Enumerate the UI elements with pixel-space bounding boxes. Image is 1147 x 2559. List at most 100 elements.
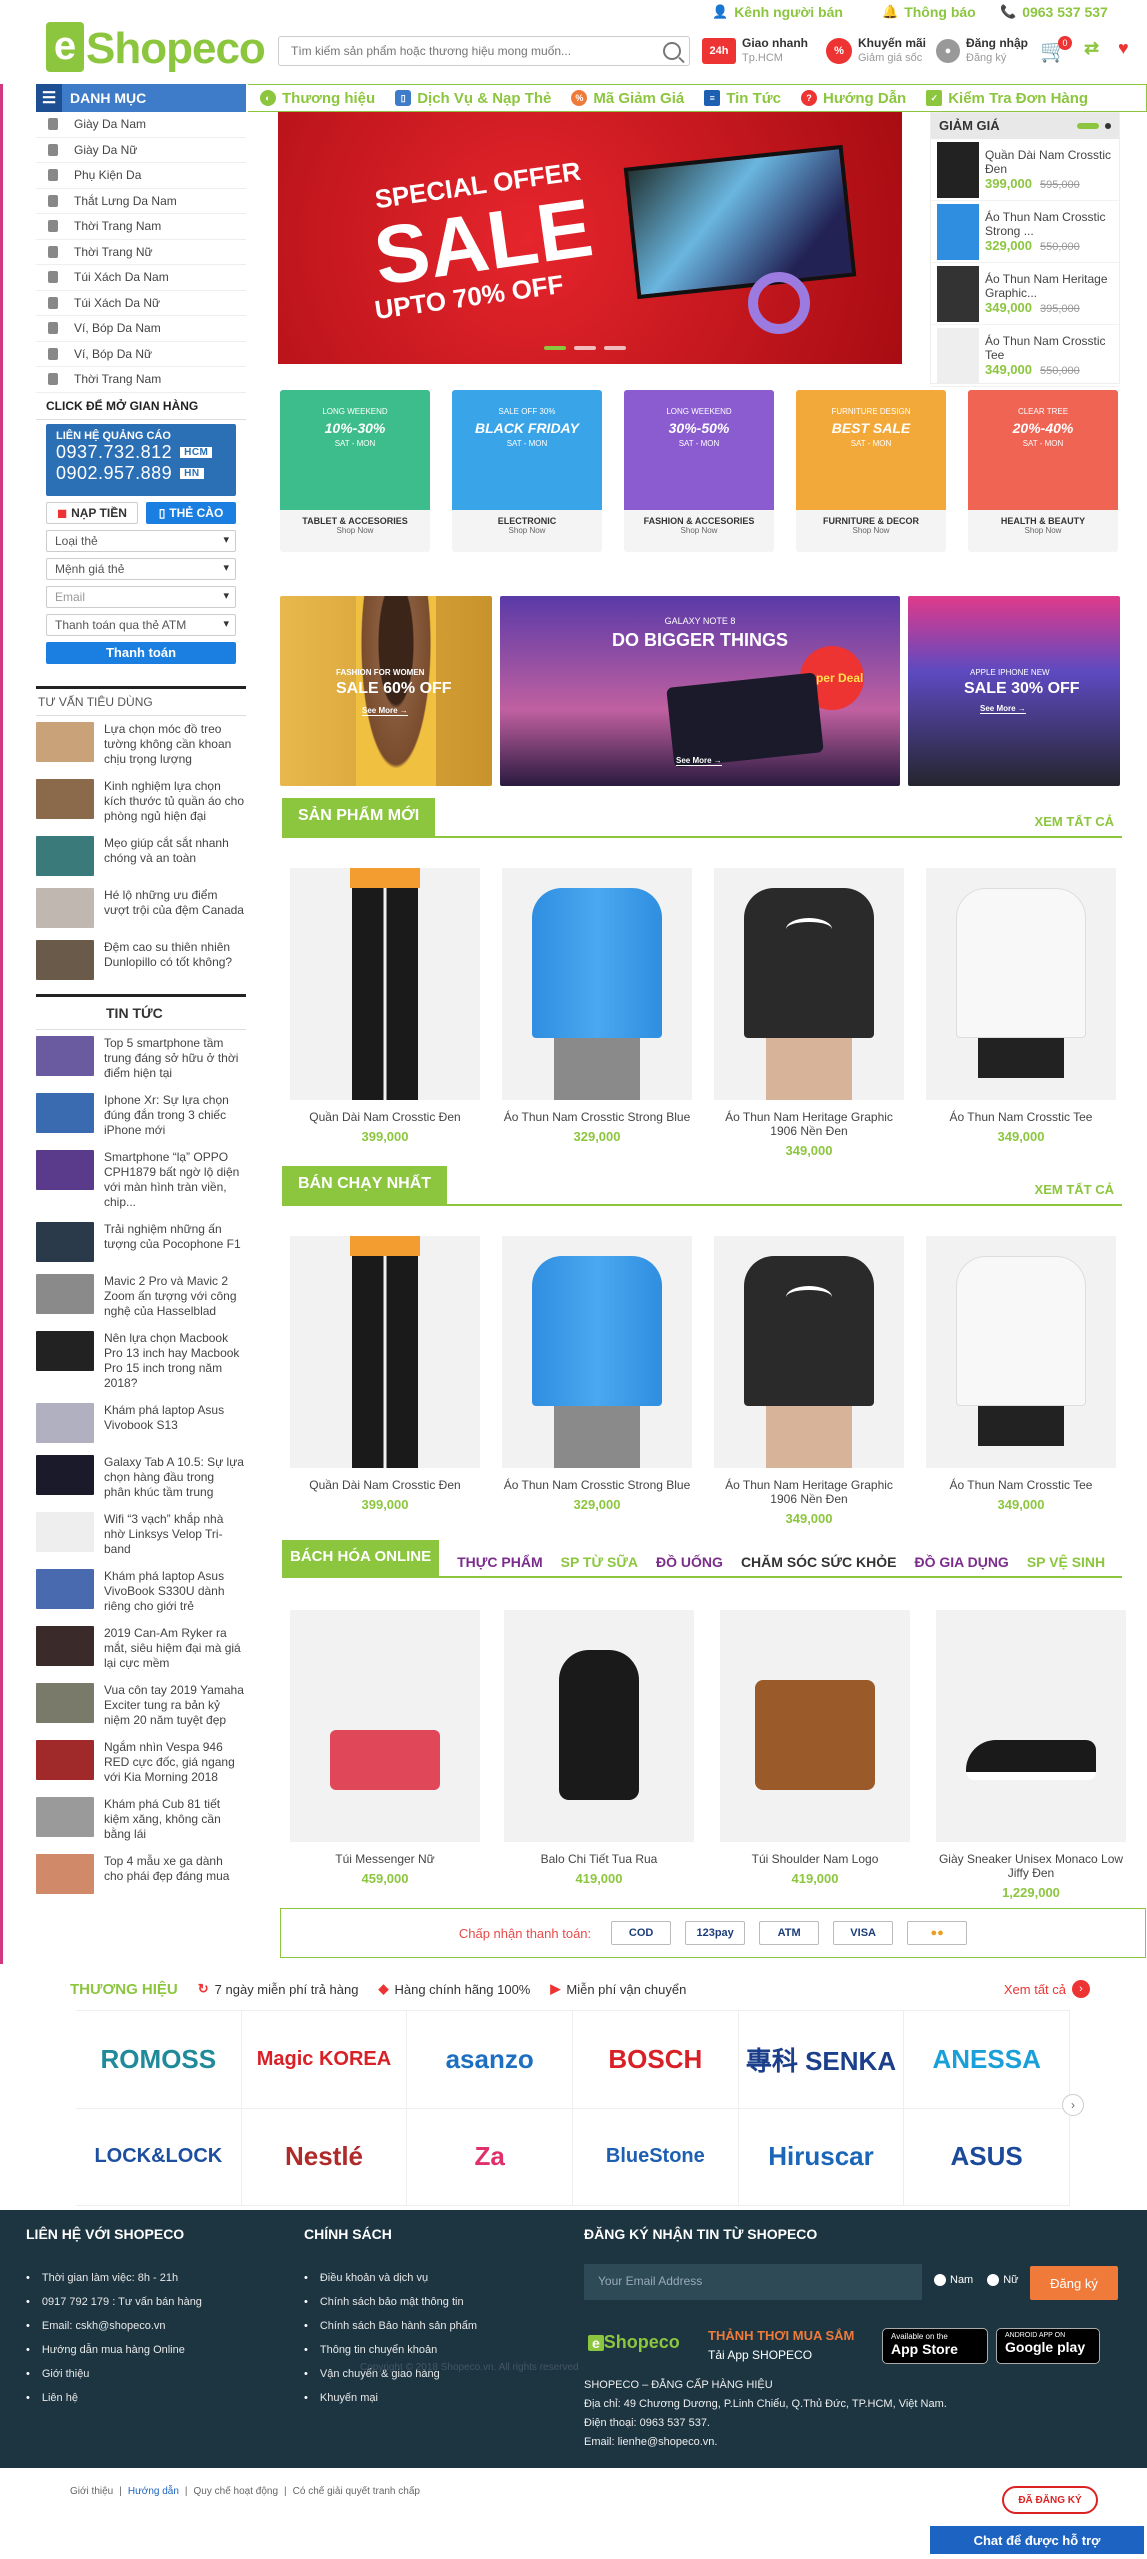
slider-dot[interactable] bbox=[604, 346, 626, 350]
login-register[interactable]: ● Đăng nhập Đăng ký bbox=[936, 36, 1028, 66]
open-store-link[interactable]: CLICK ĐỂ MỞ GIAN HÀNG bbox=[36, 393, 246, 420]
promo-tile[interactable]: FURNITURE DESIGN BEST SALE SAT - MON FURNIT… bbox=[796, 390, 946, 552]
bottom-link[interactable]: Quy chế hoạt động bbox=[194, 2486, 279, 2497]
see-more-link[interactable]: See More → bbox=[980, 704, 1026, 714]
grocery-tab[interactable]: CHĂM SÓC SỨC KHỎE bbox=[741, 1554, 897, 1570]
category-item[interactable]: Ví, Bóp Da Nam bbox=[36, 316, 246, 342]
newsletter-register-button[interactable]: Đăng ký bbox=[1030, 2266, 1118, 2300]
footer-policy-link[interactable]: Điều khoản và dịch vụ bbox=[304, 2272, 477, 2284]
promo-tile[interactable]: SALE OFF 30% BLACK FRIDAY SAT - MON ELECTRO… bbox=[452, 390, 602, 552]
app-store-badge[interactable]: Available on the App Store bbox=[882, 2328, 988, 2364]
shopeco-logo[interactable]: e Shopeco bbox=[46, 18, 266, 78]
hero-slider[interactable]: SPECIAL OFFER SALE UPTO 70% OFF bbox=[278, 112, 902, 364]
footer-contact-item[interactable]: Email: cskh@shopeco.vn bbox=[26, 2320, 202, 2332]
promo-tile[interactable]: LONG WEEKEND 10%-30% SAT - MON TABLET & ACC… bbox=[280, 390, 430, 552]
grocery-tab[interactable]: ĐỒ UỐNG bbox=[656, 1554, 723, 1570]
category-item[interactable]: Ví, Bóp Da Nữ bbox=[36, 342, 246, 367]
category-item[interactable]: Thời Trang Nữ bbox=[36, 240, 246, 265]
compare-icon[interactable]: ⇄ bbox=[1084, 38, 1099, 59]
advertising-contact-box[interactable]: LIÊN HỆ QUẢNG CÁO 0937.732.812 HCM 0902.9… bbox=[46, 423, 236, 496]
grocery-tab[interactable]: SP VỆ SINH bbox=[1027, 1554, 1105, 1570]
brand-logo[interactable]: Hiruscar bbox=[738, 2108, 905, 2206]
nav-item-order-check[interactable]: ✓ Kiểm Tra Đơn Hàng bbox=[926, 90, 1088, 107]
news-item[interactable]: 2019 Can-Am Ryker ra mắt, siêu hiệm đại … bbox=[36, 1620, 246, 1677]
news-item[interactable]: Wifi “3 vạch” khắp nhà nhờ Linksys Velop… bbox=[36, 1506, 246, 1563]
category-item[interactable]: Túi Xách Da Nam bbox=[36, 265, 246, 291]
brand-logo[interactable]: Za bbox=[407, 2108, 573, 2206]
seller-channel-link[interactable]: 👤 Kênh người bán bbox=[712, 4, 843, 20]
product-card[interactable]: Áo Thun Nam Crosstic Strong Blue 329,000 bbox=[502, 1236, 692, 1512]
bottom-link[interactable]: Có chế giải quyết tranh chấp bbox=[293, 2486, 420, 2497]
news-item[interactable]: Trải nghiệm những ấn tượng của Pocophone… bbox=[36, 1216, 246, 1268]
payment-method-select[interactable]: Thanh toán qua thẻ ATM bbox=[46, 613, 236, 636]
grocery-tab[interactable]: THỰC PHẨM bbox=[457, 1554, 543, 1570]
brand-logo[interactable]: ASUS bbox=[904, 2108, 1070, 2206]
category-item[interactable]: Thời Trang Nam bbox=[36, 367, 246, 393]
news-item[interactable]: Khám phá laptop Asus VivoBook S330U dành… bbox=[36, 1563, 246, 1620]
slider-dot[interactable] bbox=[544, 346, 566, 350]
product-card[interactable]: Túi Shoulder Nam Logo 419,000 bbox=[720, 1610, 910, 1886]
footer-contact-item[interactable]: Giới thiệu bbox=[26, 2368, 202, 2380]
discount-item[interactable]: Áo Thun Nam Crosstic Tee 349,000 550,000 bbox=[931, 325, 1119, 387]
product-card[interactable]: Áo Thun Nam Crosstic Tee 349,000 bbox=[926, 868, 1116, 1144]
news-item[interactable]: Galaxy Tab A 10.5: Sự lựa chọn hàng đầu … bbox=[36, 1449, 246, 1506]
footer-policy-link[interactable]: Chính sách Bảo hành sản phẩm bbox=[304, 2320, 477, 2332]
see-more-link[interactable]: See More → bbox=[362, 706, 408, 716]
shop-now-link[interactable]: Shop Now bbox=[624, 526, 774, 535]
category-item[interactable]: Phụ Kiện Da bbox=[36, 163, 246, 189]
bottom-link[interactable]: Hướng dẫn bbox=[128, 2486, 179, 2497]
nav-item-brands[interactable]: ◐ Thương hiệu bbox=[260, 90, 375, 107]
category-item[interactable]: Thời Trang Nam bbox=[36, 214, 246, 240]
shop-now-link[interactable]: Shop Now bbox=[796, 526, 946, 535]
notifications-link[interactable]: 🔔 Thông báo bbox=[882, 4, 976, 20]
gender-male-radio[interactable]: Nam bbox=[934, 2274, 973, 2287]
news-item[interactable]: Iphone Xr: Sự lựa chọn đúng đắn trong 3 … bbox=[36, 1087, 246, 1144]
advice-item[interactable]: Hé lộ những ưu điểm vượt trội của đệm Ca… bbox=[36, 882, 246, 934]
category-item[interactable]: Thắt Lưng Da Nam bbox=[36, 189, 246, 214]
footer-policy-link[interactable]: Chính sách bảo mật thông tin bbox=[304, 2296, 477, 2308]
product-card[interactable]: Áo Thun Nam Heritage Graphic 1906 Nền Đe… bbox=[714, 868, 904, 1158]
footer-policy-link[interactable]: Thông tin chuyển khoản bbox=[304, 2344, 477, 2356]
advice-item[interactable]: Lựa chọn móc đồ treo tường không cần kho… bbox=[36, 716, 246, 773]
brand-logo[interactable]: BlueStone bbox=[573, 2108, 739, 2206]
news-item[interactable]: Nên lựa chọn Macbook Pro 13 inch hay Mac… bbox=[36, 1325, 246, 1397]
advice-item[interactable]: Đệm cao su thiên nhiên Dunlopillo có tốt… bbox=[36, 934, 246, 986]
news-item[interactable]: Khám phá Cub 81 tiết kiệm xăng, không cầ… bbox=[36, 1791, 246, 1848]
grocery-tab[interactable]: SP TỪ SỮA bbox=[561, 1554, 638, 1570]
product-card[interactable]: Quần Dài Nam Crosstic Đen 399,000 bbox=[290, 1236, 480, 1512]
chat-support-button[interactable]: Chat để được hỗ trợ bbox=[930, 2526, 1144, 2554]
banner-fashion[interactable]: FASHION FOR WOMEN SALE 60% OFF See More … bbox=[280, 596, 492, 786]
shop-now-link[interactable]: Shop Now bbox=[452, 526, 602, 535]
nav-item-news[interactable]: ≡ Tin Tức bbox=[704, 90, 781, 107]
advice-item[interactable]: Mẹo giúp cắt sắt nhanh chóng và an toàn bbox=[36, 830, 246, 882]
google-play-badge[interactable]: ANDROID APP ON Google play bbox=[996, 2328, 1100, 2364]
tab-scratch-card[interactable]: ▯ THẺ CÀO bbox=[146, 501, 236, 524]
product-card[interactable]: Balo Chi Tiết Tua Rua 419,000 bbox=[504, 1610, 694, 1886]
category-item[interactable]: Túi Xách Da Nữ bbox=[36, 291, 246, 316]
brand-logo[interactable]: Magic KOREA bbox=[241, 2011, 408, 2109]
category-menu-header[interactable]: ☰ DANH MỤC bbox=[36, 84, 246, 112]
grocery-tab[interactable]: ĐỒ GIA DỤNG bbox=[914, 1554, 1008, 1570]
footer-contact-item[interactable]: Hướng dẫn mua hàng Online bbox=[26, 2344, 202, 2356]
news-item[interactable]: Khám phá laptop Asus Vivobook S13 bbox=[36, 1397, 246, 1449]
gender-female-radio[interactable]: Nữ bbox=[987, 2274, 1019, 2287]
category-item[interactable]: Giày Da Nữ bbox=[36, 138, 246, 163]
shop-now-link[interactable]: Shop Now bbox=[968, 526, 1118, 535]
banner-galaxy[interactable]: GALAXY NOTE 8 DO BIGGER THINGS Super Dea… bbox=[500, 596, 900, 786]
see-more-link[interactable]: See More → bbox=[676, 756, 722, 766]
product-card[interactable]: Áo Thun Nam Heritage Graphic 1906 Nền Đe… bbox=[714, 1236, 904, 1526]
brand-logo[interactable]: asanzo bbox=[407, 2011, 573, 2109]
carousel-indicator[interactable] bbox=[1077, 123, 1099, 129]
brand-logo[interactable]: 專科 SENKA bbox=[738, 2011, 905, 2109]
nav-item-services[interactable]: ▯ Dịch Vụ & Nạp Thẻ bbox=[395, 90, 551, 107]
promotions[interactable]: % Khuyến mãi Giảm giá sốc bbox=[826, 36, 926, 66]
news-item[interactable]: Top 4 mẫu xe ga dành cho phái đẹp đáng m… bbox=[36, 1848, 246, 1900]
brand-logo[interactable]: ROMOSS bbox=[76, 2011, 242, 2109]
brand-logo[interactable]: Nestlé bbox=[241, 2108, 408, 2206]
brand-next-arrow-icon[interactable]: › bbox=[1062, 2094, 1084, 2116]
news-item[interactable]: Smartphone “lạ” OPPO CPH1879 bất ngờ lộ … bbox=[36, 1144, 246, 1216]
brand-logo[interactable]: LOCK&LOCK bbox=[76, 2108, 242, 2206]
fast-delivery[interactable]: 24h Giao nhanh Tp.HCM bbox=[702, 36, 808, 66]
carousel-indicator[interactable] bbox=[1105, 123, 1111, 129]
promo-tile[interactable]: LONG WEEKEND 30%-50% SAT - MON FASHION & AC… bbox=[624, 390, 774, 552]
